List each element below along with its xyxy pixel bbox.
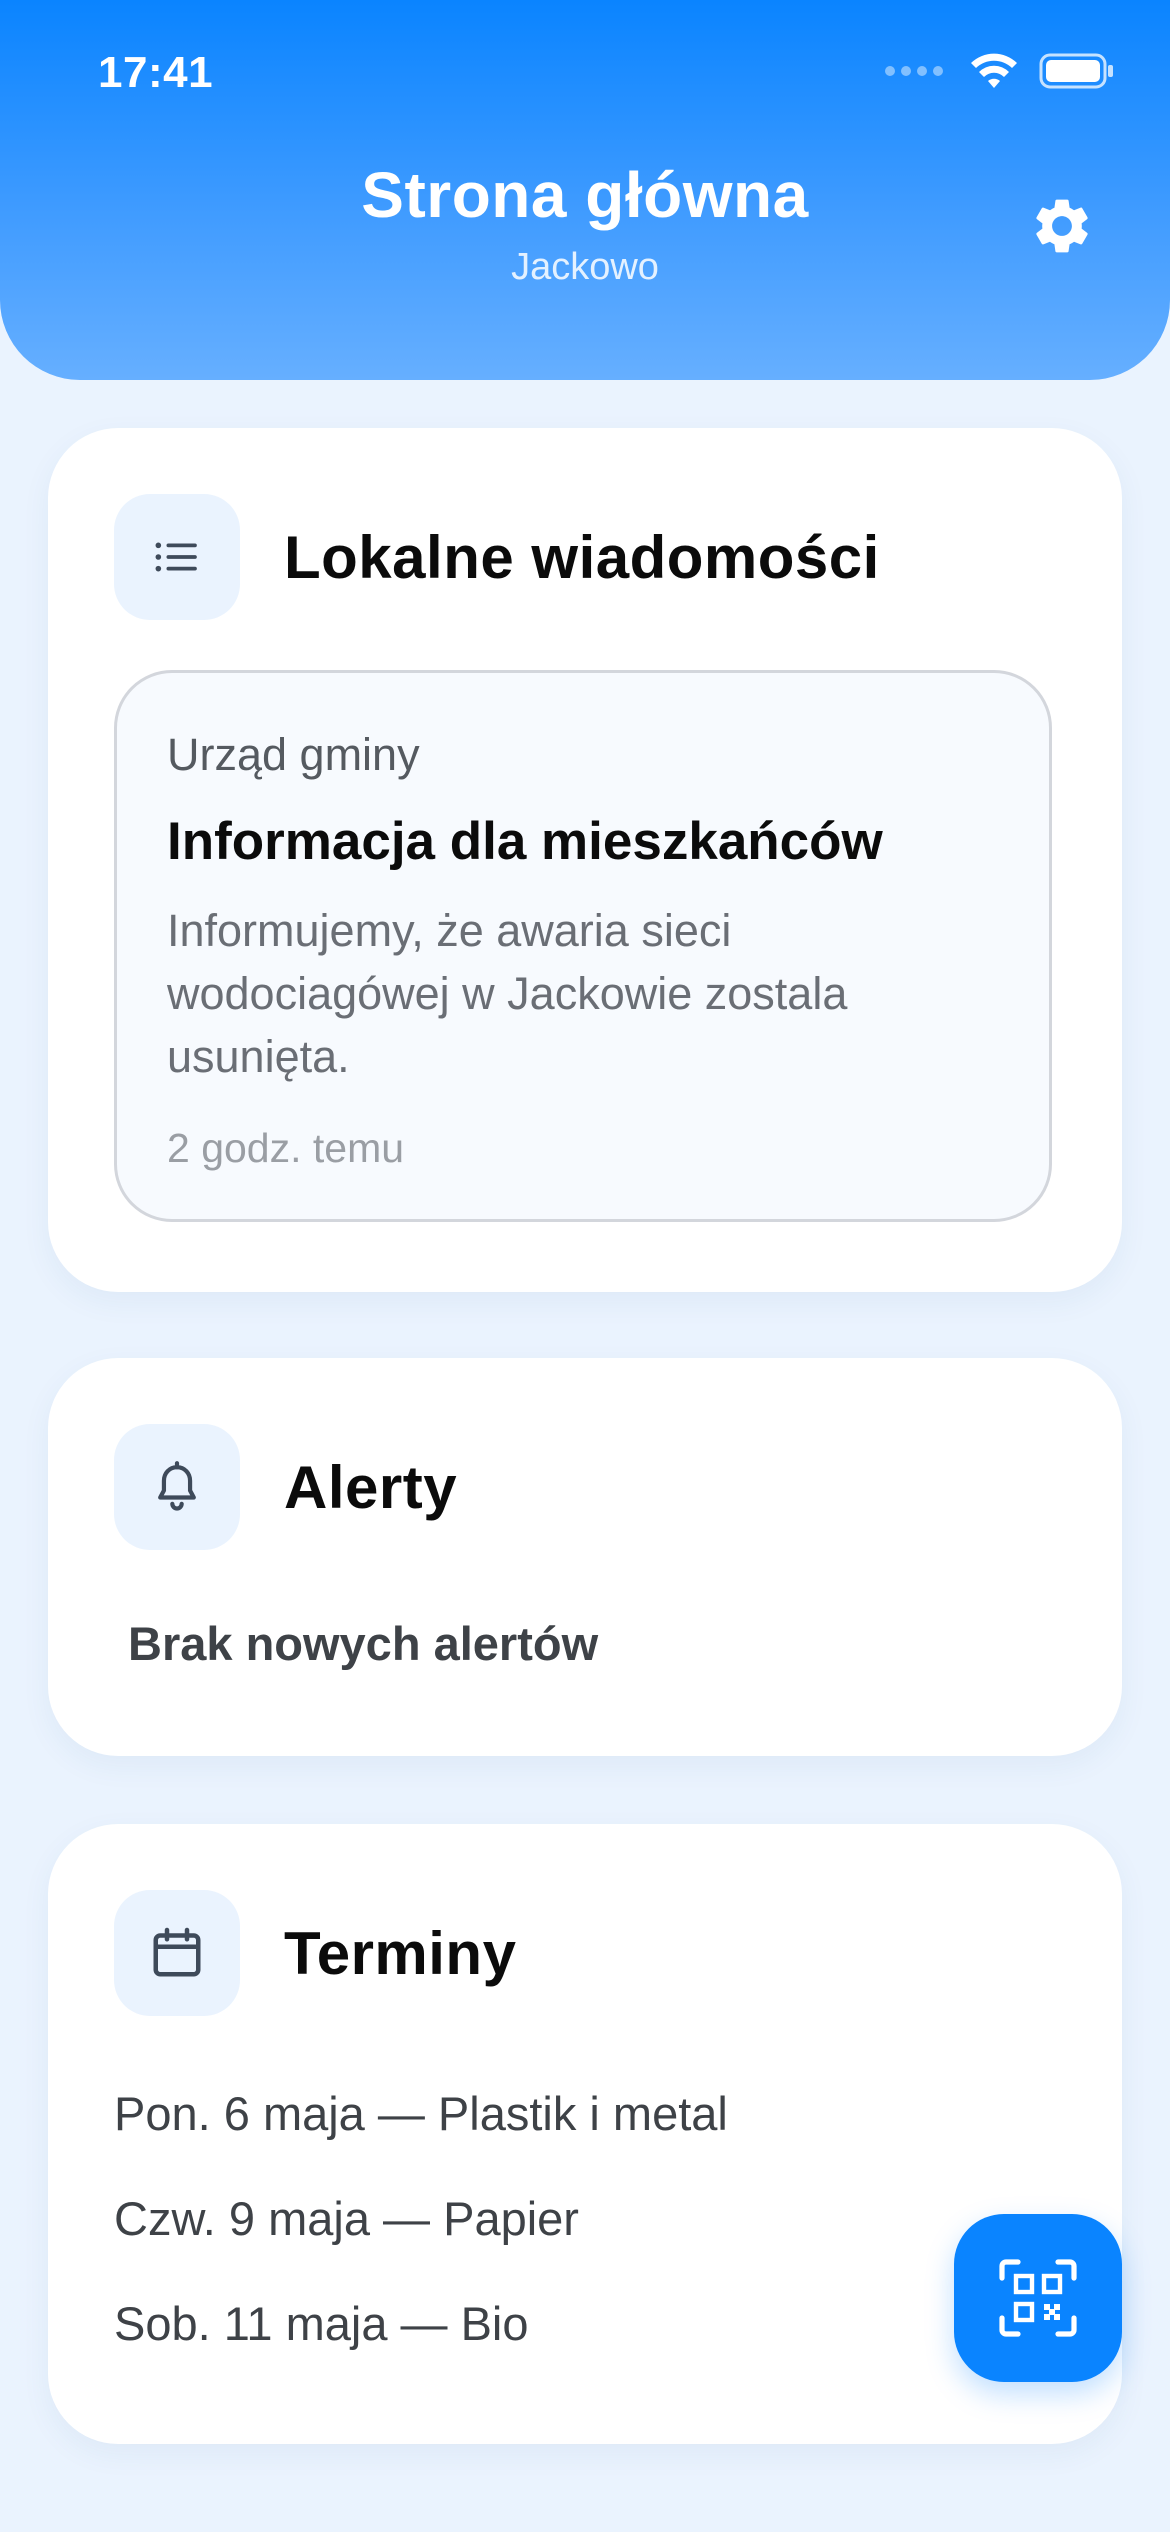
terms-icon-container <box>114 1890 240 2016</box>
term-item: Sob. 11 maja — Bio <box>114 2297 529 2350</box>
news-icon-container <box>114 494 240 620</box>
terms-card-title: Terminy <box>284 1920 517 1987</box>
alerts-card-title: Alerty <box>284 1454 458 1521</box>
settings-button[interactable] <box>1022 186 1102 266</box>
status-time: 17:41 <box>98 48 214 97</box>
alerts-card: Alerty Brak nowych alertów <box>48 1358 1122 1756</box>
qr-scan-button[interactable] <box>954 2214 1122 2382</box>
news-card-title: Lokalne wiadomości <box>284 524 880 591</box>
alerts-empty-state: Brak nowych alertów <box>128 1617 599 1670</box>
qr-scan-icon <box>999 2259 1077 2337</box>
news-headline: Informacja dla mieszkańców <box>167 812 883 871</box>
page-title: Strona główna <box>361 159 809 231</box>
news-body: Informujemy, że awaria sieci wodociagówe… <box>167 905 848 1082</box>
news-timestamp: 2 godz. temu <box>167 1125 405 1171</box>
alerts-icon-container <box>114 1424 240 1550</box>
battery-icon <box>1039 53 1113 89</box>
gear-icon <box>1036 199 1088 253</box>
news-source: Urząd gminy <box>167 729 420 780</box>
status-icons <box>885 52 1115 90</box>
term-item: Pon. 6 maja — Plastik i metal <box>114 2087 728 2140</box>
list-icon <box>155 542 197 572</box>
news-card: Lokalne wiadomości Urząd gminy Informacj… <box>48 428 1122 1292</box>
signal-icon <box>885 66 949 76</box>
news-item[interactable]: Urząd gminy Informacja dla mieszkańców I… <box>114 670 1052 1222</box>
calendar-icon <box>153 1927 201 1977</box>
bell-icon <box>158 1461 196 1511</box>
wifi-icon <box>971 53 1017 88</box>
page-subtitle: Jackowo <box>511 246 659 288</box>
header: 17:41 Strona główna Jackowo <box>0 0 1170 380</box>
term-item: Czw. 9 maja — Papier <box>114 2192 579 2245</box>
